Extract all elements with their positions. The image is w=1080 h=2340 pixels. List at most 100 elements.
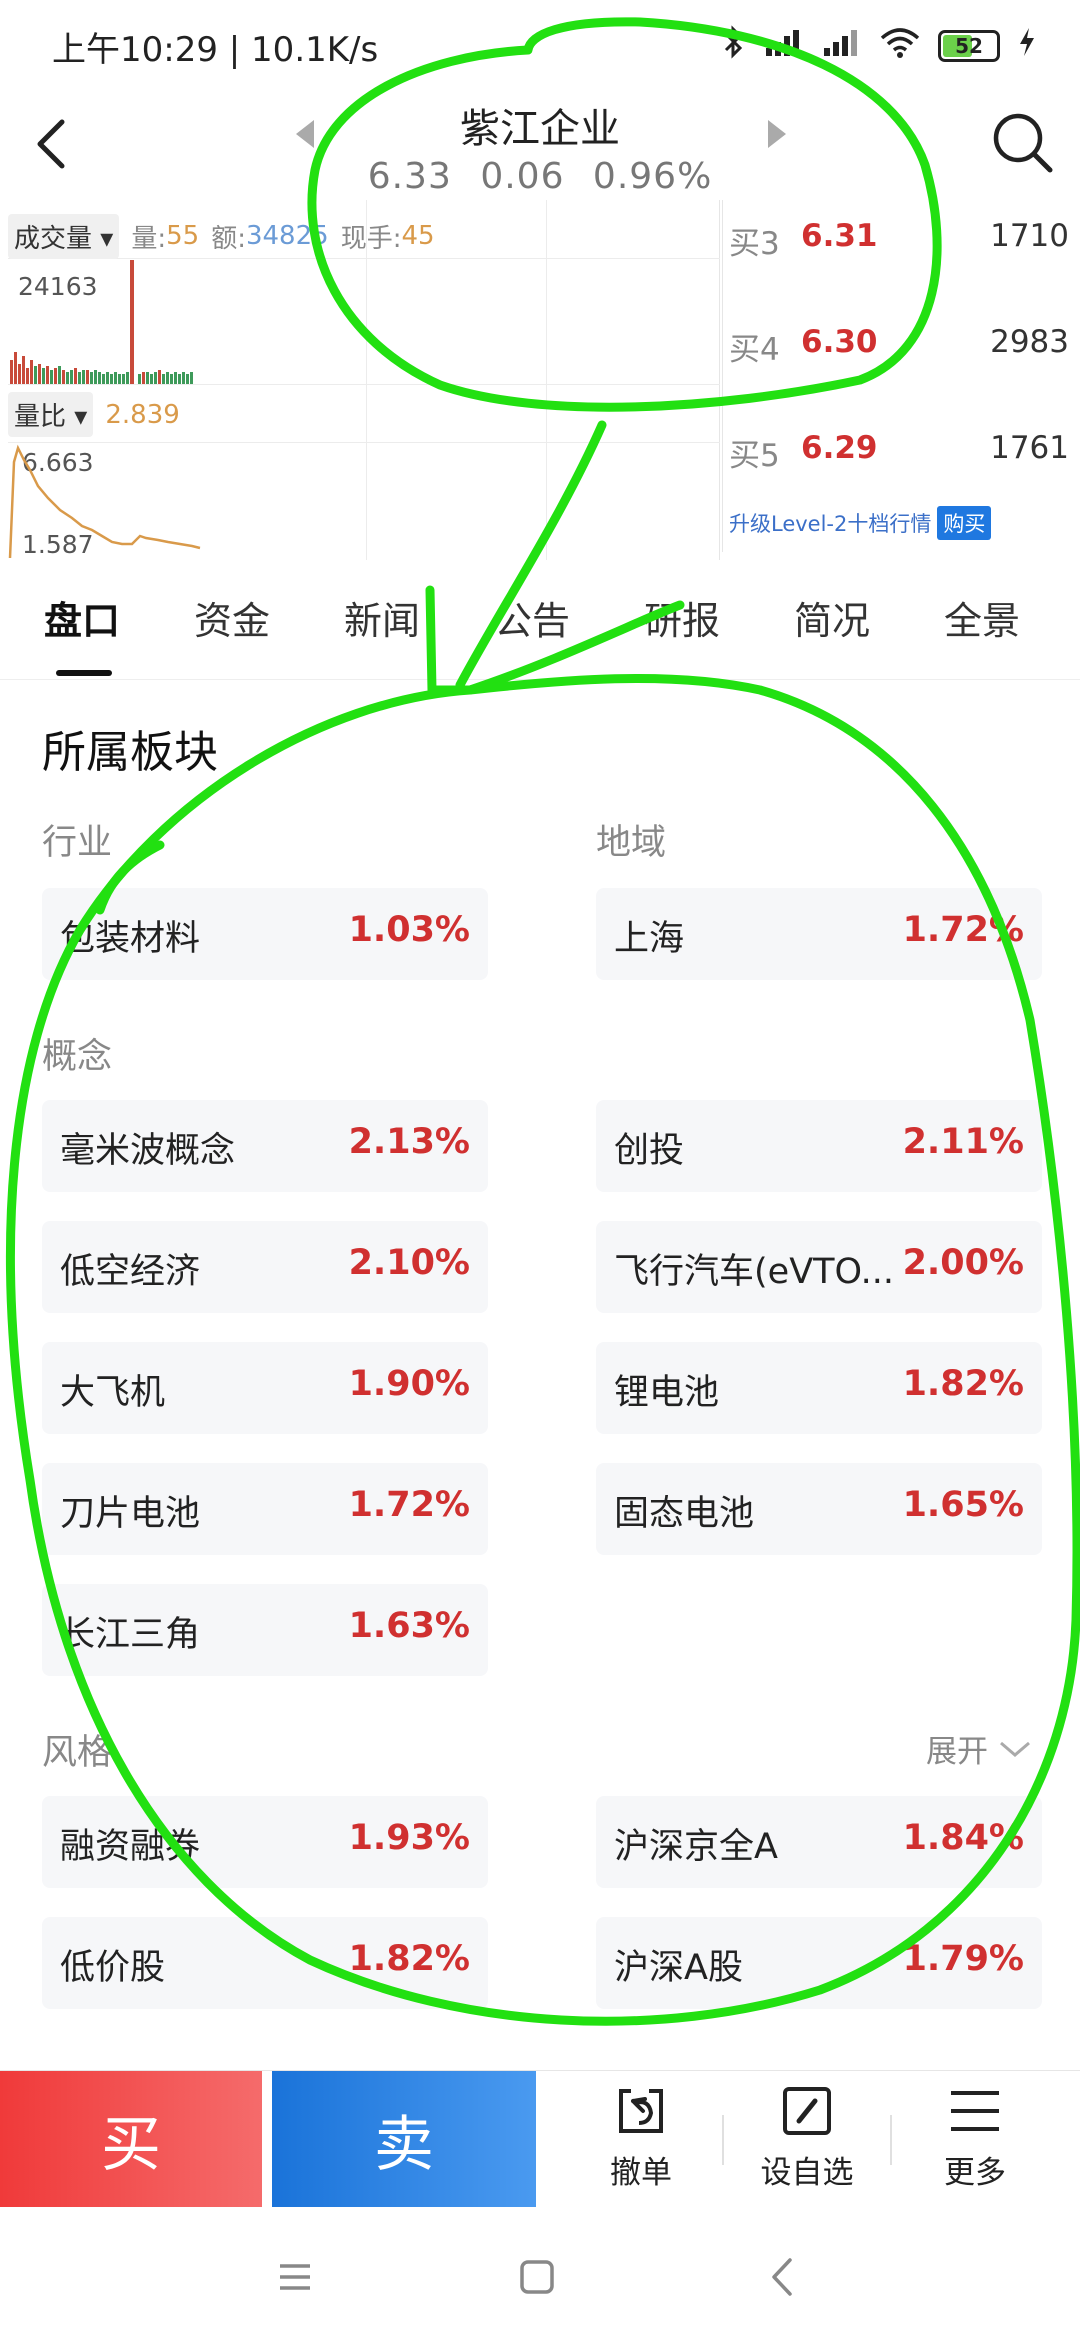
sector-change: 1.72%	[902, 910, 1024, 950]
edit-icon	[783, 2087, 831, 2135]
sector-change: 1.65%	[902, 1485, 1024, 1525]
sector-change: 2.10%	[348, 1243, 470, 1283]
sector-name: 融资融券	[60, 1827, 201, 1867]
sector-card-industry[interactable]: 包装材料 1.03%	[42, 888, 488, 980]
tab-overview[interactable]: 全景	[944, 590, 1020, 645]
sector-change: 1.90%	[348, 1364, 470, 1404]
volume-ratio-row: 量比 ▾ 2.839	[8, 392, 180, 437]
order-price: 6.30	[801, 324, 878, 360]
stock-change: 0.06	[480, 156, 565, 197]
order-level: 买5	[729, 438, 780, 474]
expand-label: 展开	[926, 1734, 988, 1770]
volume-indicator-row: 成交量 ▾ 量: 55 额: 34825 现手: 45	[8, 213, 435, 259]
sector-card-concept[interactable]: 锂电池 1.82%	[596, 1342, 1042, 1434]
sector-change: 1.93%	[348, 1818, 470, 1858]
concept-label: 概念	[42, 1037, 113, 1077]
sector-name: 刀片电池	[60, 1494, 201, 1534]
sector-change: 1.82%	[902, 1364, 1024, 1404]
stock-price: 6.33	[367, 156, 452, 197]
sector-name: 包装材料	[60, 919, 201, 959]
sector-section-title: 所属板块	[42, 727, 218, 778]
battery-level: 52	[955, 34, 983, 58]
volume-selector[interactable]: 成交量 ▾	[8, 213, 120, 259]
ratio-selector-label: 量比	[14, 402, 67, 432]
sector-name: 沪深京全A	[614, 1827, 778, 1867]
sector-name: 毫米波概念	[60, 1131, 236, 1171]
toolbar-divider	[722, 2115, 724, 2165]
sector-name: 固态电池	[614, 1494, 755, 1534]
sector-change: 2.11%	[902, 1122, 1024, 1162]
back-icon[interactable]	[22, 108, 82, 178]
tab-profile[interactable]: 简况	[794, 590, 870, 645]
charging-icon	[1018, 26, 1036, 66]
purchase-badge[interactable]: 购买	[937, 506, 992, 540]
search-icon[interactable]	[988, 108, 1058, 178]
sector-name: 上海	[614, 919, 685, 959]
sector-card-concept[interactable]: 长江三角 1.63%	[42, 1584, 488, 1676]
add-watchlist-label: 设自选	[760, 2155, 854, 2191]
sector-change: 2.00%	[902, 1243, 1024, 1283]
home-icon[interactable]	[512, 2252, 562, 2302]
sector-card-region[interactable]: 上海 1.72%	[596, 888, 1042, 980]
sector-card-concept[interactable]: 刀片电池 1.72%	[42, 1463, 488, 1555]
system-nav-bar	[0, 2212, 1080, 2340]
sector-card-style[interactable]: 融资融券 1.93%	[42, 1796, 488, 1888]
level2-upgrade-link[interactable]: 升级Level-2十档行情 购买	[729, 506, 992, 540]
sector-card-concept[interactable]: 创投 2.11%	[596, 1100, 1042, 1192]
status-icons: 52	[722, 24, 1036, 68]
next-stock-arrow-icon[interactable]	[768, 120, 786, 148]
sector-card-style[interactable]: 沪深A股 1.79%	[596, 1917, 1042, 2009]
vol-value: 55	[166, 221, 200, 251]
more-label: 更多	[944, 2155, 1006, 2191]
sector-card-concept[interactable]: 飞行汽车(eVTO... 2.00%	[596, 1221, 1042, 1313]
sell-button[interactable]: 卖	[272, 2071, 536, 2207]
tab-research[interactable]: 研报	[644, 590, 720, 645]
buy-button[interactable]: 买	[0, 2071, 262, 2207]
recent-apps-icon[interactable]	[270, 2252, 320, 2302]
wifi-icon	[880, 26, 920, 66]
sector-name: 低价股	[60, 1948, 166, 1988]
active-tab-indicator	[56, 670, 112, 676]
intraday-chart[interactable]: 成交量 ▾ 量: 55 额: 34825 现手: 45 24163 量比 ▾ 2.83…	[8, 200, 720, 560]
stock-title: 紫江企业 6.33 0.06 0.96%	[290, 96, 790, 197]
order-book-row: 买5 6.29 1761	[729, 430, 1069, 490]
expand-button[interactable]: 展开	[926, 1726, 1032, 1771]
tab-funds[interactable]: 资金	[194, 590, 270, 645]
toolbar-divider	[890, 2115, 892, 2165]
volume-ratio-line	[8, 444, 201, 559]
chart-gridline	[546, 200, 547, 560]
bottom-action-bar: 买 卖 撤单 设自选 更多	[0, 2070, 1080, 2212]
more-button[interactable]: 更多	[900, 2083, 1050, 2192]
battery-icon: 52	[938, 30, 1000, 62]
sector-name: 沪深A股	[614, 1948, 743, 1988]
status-bar: 上午10:29 | 10.1K/s 52	[0, 0, 1080, 90]
tab-pankou[interactable]: 盘口	[44, 590, 120, 645]
sector-name: 飞行汽车(eVTO...	[614, 1252, 895, 1292]
upgrade-text: 升级Level-2十档行情	[729, 512, 932, 536]
stock-name: 紫江企业	[460, 106, 620, 152]
stock-change-pct: 0.96%	[592, 156, 713, 197]
sector-name: 锂电池	[614, 1373, 720, 1413]
sector-card-concept[interactable]: 毫米波概念 2.13%	[42, 1100, 488, 1192]
volume-selector-label: 成交量	[14, 223, 93, 254]
industry-label: 行业	[42, 823, 113, 863]
cancel-order-button[interactable]: 撤单	[566, 2083, 716, 2192]
style-label: 风格	[42, 1733, 113, 1773]
tab-news[interactable]: 新闻	[344, 590, 420, 645]
back-nav-icon[interactable]	[758, 2252, 808, 2302]
ratio-selector[interactable]: 量比 ▾	[8, 392, 94, 437]
chart-gridline	[8, 384, 720, 385]
sector-change: 1.79%	[902, 1939, 1024, 1979]
tab-announcements[interactable]: 公告	[494, 590, 570, 645]
vol-label: 量:	[131, 223, 167, 254]
region-label: 地域	[596, 823, 667, 863]
sector-card-concept[interactable]: 大飞机 1.90%	[42, 1342, 488, 1434]
stock-detail-screen: 上午10:29 | 10.1K/s 52 紫江企业 6.33 0.06 0.96…	[0, 0, 1080, 2340]
sector-card-style[interactable]: 低价股 1.82%	[42, 1917, 488, 2009]
order-level: 买4	[729, 332, 780, 368]
signal-icon-2	[822, 26, 862, 66]
sector-card-concept[interactable]: 低空经济 2.10%	[42, 1221, 488, 1313]
add-watchlist-button[interactable]: 设自选	[732, 2083, 882, 2192]
sector-card-style[interactable]: 沪深京全A 1.84%	[596, 1796, 1042, 1888]
sector-card-concept[interactable]: 固态电池 1.65%	[596, 1463, 1042, 1555]
